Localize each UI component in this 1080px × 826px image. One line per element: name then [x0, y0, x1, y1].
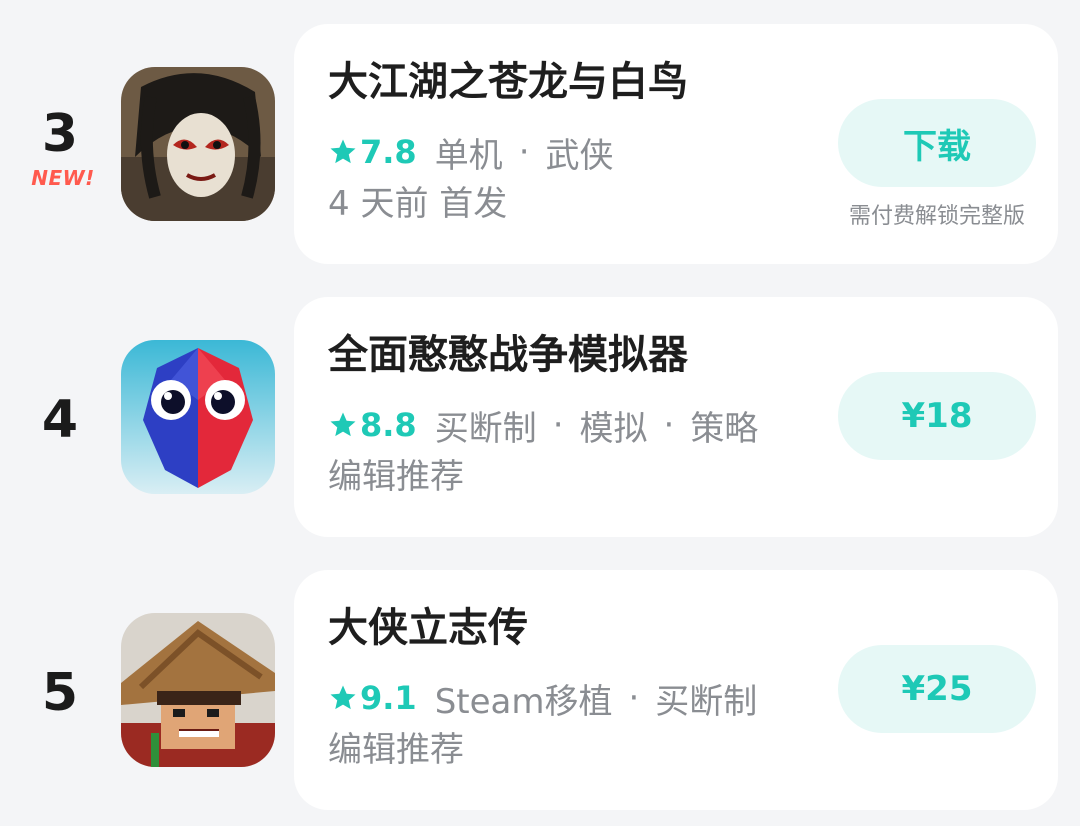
- tag: 策略: [690, 408, 759, 449]
- separator-dot: ·: [518, 132, 530, 172]
- game-meta: 8.8 买断制 · 模拟 · 策略: [328, 403, 759, 449]
- game-card[interactable]: 大江湖之苍龙与白鸟 7.8 单机 · 武侠 4 天前 首发 下载 需付费解锁完整…: [294, 24, 1058, 264]
- ink-warrior-face-icon[interactable]: [121, 67, 275, 221]
- separator-dot: ·: [663, 405, 675, 445]
- tag: 单机: [434, 135, 503, 176]
- tag: 买断制: [434, 408, 537, 449]
- rating-value: 8.8: [360, 406, 417, 444]
- star-icon: [330, 685, 356, 710]
- buy-button[interactable]: ¥25: [838, 645, 1036, 733]
- recommendation-label: 编辑推荐: [328, 730, 464, 770]
- game-row[interactable]: 3 NEW! 大江湖之苍龙与白鸟 7.8 单机 · 武侠 4 天前 首发 下载 …: [0, 24, 1080, 264]
- rating-value: 9.1: [360, 679, 417, 717]
- tag: 买断制: [655, 681, 758, 722]
- game-title: 大侠立志传: [328, 605, 528, 651]
- tag: Steam移植: [434, 681, 613, 722]
- rank-number: 3: [41, 104, 79, 164]
- release-info: 4 天前 首发: [328, 184, 508, 224]
- rank-number: 4: [41, 390, 79, 450]
- purchase-note: 需付费解锁完整版: [848, 204, 1025, 229]
- buy-button[interactable]: ¥18: [838, 372, 1036, 460]
- game-title: 大江湖之苍龙与白鸟: [328, 59, 688, 105]
- recommendation-label: 编辑推荐: [328, 457, 464, 497]
- game-row[interactable]: 5 大侠立志传 9.1 Steam移植 · 买断制 编辑推荐 ¥25: [0, 570, 1080, 810]
- game-meta: 9.1 Steam移植 · 买断制: [328, 676, 758, 722]
- game-title: 全面憨憨战争模拟器: [328, 332, 688, 378]
- download-button[interactable]: 下载: [838, 99, 1036, 187]
- separator-dot: ·: [628, 678, 640, 718]
- tag: 模拟: [579, 408, 648, 449]
- star-icon: [330, 139, 356, 164]
- red-blue-gem-character-icon[interactable]: [121, 340, 275, 494]
- rank-number: 5: [41, 663, 79, 723]
- new-badge: NEW!: [31, 166, 95, 190]
- game-meta: 7.8 单机 · 武侠: [328, 130, 614, 176]
- game-card[interactable]: 全面憨憨战争模拟器 8.8 买断制 · 模拟 · 策略 编辑推荐 ¥18: [294, 297, 1058, 537]
- separator-dot: ·: [552, 405, 564, 445]
- star-icon: [330, 412, 356, 437]
- pixel-straw-hat-swordsman-icon[interactable]: [121, 613, 275, 767]
- game-row[interactable]: 4 全面憨憨战争模拟器 8.8 买断制 · 模拟 · 策略 编辑推荐 ¥18: [0, 297, 1080, 537]
- game-card[interactable]: 大侠立志传 9.1 Steam移植 · 买断制 编辑推荐 ¥25: [294, 570, 1058, 810]
- tag: 武侠: [545, 135, 614, 176]
- rating-value: 7.8: [360, 133, 417, 171]
